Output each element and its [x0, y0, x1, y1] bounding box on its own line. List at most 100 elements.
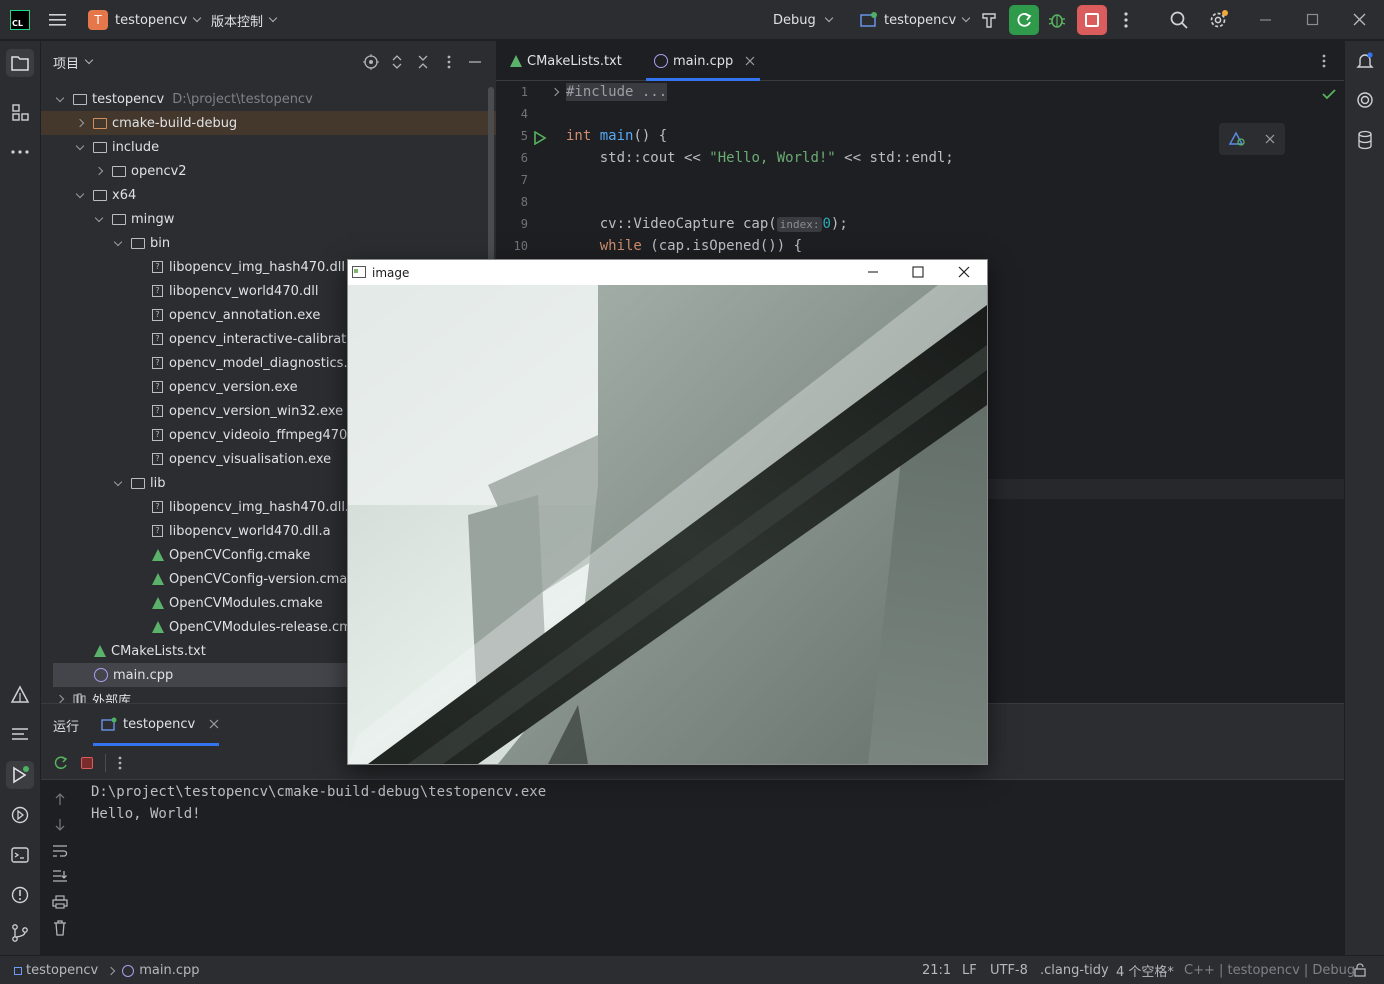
tree-item-include[interactable]: include [41, 135, 496, 159]
bug-icon [1048, 14, 1066, 28]
run-gutter-icon[interactable] [533, 131, 547, 145]
more-vertical-icon[interactable] [115, 755, 125, 771]
image-window-titlebar[interactable]: image [348, 260, 987, 285]
rerun-icon[interactable] [53, 755, 69, 771]
scroll-to-end-icon[interactable] [52, 869, 68, 883]
breadcrumb-file[interactable]: main.cpp [139, 963, 199, 978]
code-line-5[interactable]: int main() { [566, 128, 667, 144]
close-icon[interactable] [958, 266, 970, 278]
cmake-reload-icon[interactable] [1229, 131, 1245, 147]
code-line-6[interactable]: std::cout << "Hello, World!" << std::end… [566, 150, 954, 166]
code-line-10[interactable]: while (cap.isOpened()) { [566, 238, 802, 254]
active-tab-indicator [646, 78, 760, 81]
stop-icon[interactable] [81, 757, 93, 769]
check-mark-icon[interactable] [1322, 88, 1336, 100]
folded-include[interactable]: #include ... [566, 83, 668, 101]
locate-icon[interactable] [363, 54, 379, 70]
code-token: std::cout << [566, 150, 710, 166]
minimize-button[interactable] [1259, 0, 1273, 40]
maximize-button[interactable] [1306, 0, 1320, 40]
close-icon [1353, 13, 1366, 26]
debug-button[interactable] [1047, 0, 1067, 40]
more-tools-button[interactable] [8, 140, 32, 164]
cmake-file-icon [152, 621, 164, 633]
close-window-button[interactable] [1353, 0, 1367, 40]
tree-item-x64[interactable]: x64 [41, 183, 496, 207]
line-number: 6 [520, 151, 528, 165]
lock-icon[interactable] [1353, 963, 1367, 977]
notifications-button[interactable] [1353, 49, 1377, 73]
ai-assistant-button[interactable] [1353, 88, 1377, 112]
git-branch-icon [12, 924, 28, 942]
chevron-down-icon [193, 13, 202, 23]
cmake-tool-button[interactable] [8, 683, 32, 707]
terminal-tool-button[interactable] [8, 843, 32, 867]
code-token: cv::VideoCapture cap( [566, 216, 777, 232]
more-vertical-icon[interactable] [443, 54, 455, 70]
code-line-9[interactable]: cv::VideoCapture cap(index: 0); [566, 216, 848, 232]
tree-item-mingw[interactable]: mingw [41, 207, 496, 231]
trash-icon[interactable] [53, 920, 67, 936]
app-logo[interactable]: CL [10, 0, 30, 40]
close-tab-icon[interactable] [209, 719, 219, 729]
arrow-down-icon[interactable] [54, 818, 66, 832]
fold-expand-icon[interactable] [550, 87, 560, 97]
hide-panel-icon[interactable] [469, 54, 481, 70]
stop-button[interactable] [1077, 0, 1107, 40]
console-line: Hello, World! [91, 806, 201, 822]
rerun-button[interactable] [1009, 0, 1039, 40]
soft-wrap-icon[interactable] [52, 844, 68, 858]
linter-config[interactable]: .clang-tidy [1040, 956, 1109, 984]
cmake-reload-popup [1219, 123, 1285, 155]
expand-all-icon[interactable] [391, 54, 403, 70]
services-tool-button[interactable] [8, 803, 32, 827]
run-config-selector[interactable]: testopencv [860, 0, 971, 40]
tree-item-opencv2[interactable]: opencv2 [41, 159, 496, 183]
folder-icon [93, 141, 107, 153]
build-config-selector[interactable]: Debug [773, 0, 834, 40]
code-line-1[interactable]: #include ... [566, 83, 668, 101]
indent-setting[interactable]: 4 个空格* [1116, 956, 1174, 984]
more-vertical-icon [1124, 12, 1128, 28]
maximize-icon[interactable] [912, 266, 924, 278]
messages-tool-button[interactable] [8, 723, 32, 747]
tab-cmakelists[interactable]: CMakeLists.txt [510, 41, 622, 81]
git-tool-button[interactable] [8, 921, 32, 945]
database-button[interactable] [1353, 128, 1377, 152]
tree-item-cmake-build-debug[interactable]: cmake-build-debug [41, 111, 496, 135]
problems-tool-button[interactable] [8, 883, 32, 907]
code-token: (cap.isOpened()) { [650, 238, 803, 254]
close-tab-icon[interactable] [745, 56, 755, 66]
file-encoding[interactable]: UTF-8 [990, 956, 1028, 984]
image-window[interactable]: image [347, 259, 988, 765]
run-tab-testopencv[interactable]: testopencv [101, 704, 219, 744]
tab-main-cpp[interactable]: main.cpp [654, 41, 755, 81]
run-tool-button[interactable] [6, 761, 34, 789]
run-config-icon [101, 717, 117, 731]
collapse-all-icon[interactable] [417, 54, 429, 70]
structure-tool-button[interactable] [8, 100, 32, 124]
tree-root[interactable]: testopencv D:\project\testopencv [41, 87, 496, 111]
unknown-file-icon: ? [152, 381, 163, 393]
settings-button[interactable] [1208, 0, 1230, 40]
search-button[interactable] [1169, 0, 1189, 40]
project-tool-button[interactable] [6, 49, 34, 77]
main-menu-button[interactable] [48, 0, 68, 40]
project-switcher[interactable]: T testopencv [88, 0, 202, 40]
warning-circle-icon [11, 886, 29, 904]
cmake-file-icon [152, 573, 164, 585]
arrow-up-icon[interactable] [54, 792, 66, 806]
tree-item-bin[interactable]: bin [41, 231, 496, 255]
project-panel-title[interactable]: 项目 [53, 51, 94, 73]
vcs-menu[interactable]: 版本控制 [211, 0, 278, 40]
more-actions-button[interactable] [1118, 0, 1134, 40]
close-icon[interactable] [1265, 134, 1275, 144]
build-button[interactable] [980, 0, 998, 40]
language-context[interactable]: C++ | testopencv | Debug [1184, 956, 1355, 984]
caret-position[interactable]: 21:1 [922, 956, 951, 984]
line-ending[interactable]: LF [962, 956, 977, 984]
minimize-icon[interactable] [867, 266, 879, 278]
more-vertical-icon[interactable] [1318, 53, 1330, 69]
print-icon[interactable] [52, 895, 68, 909]
breadcrumb-project[interactable]: testopencv [26, 963, 98, 978]
